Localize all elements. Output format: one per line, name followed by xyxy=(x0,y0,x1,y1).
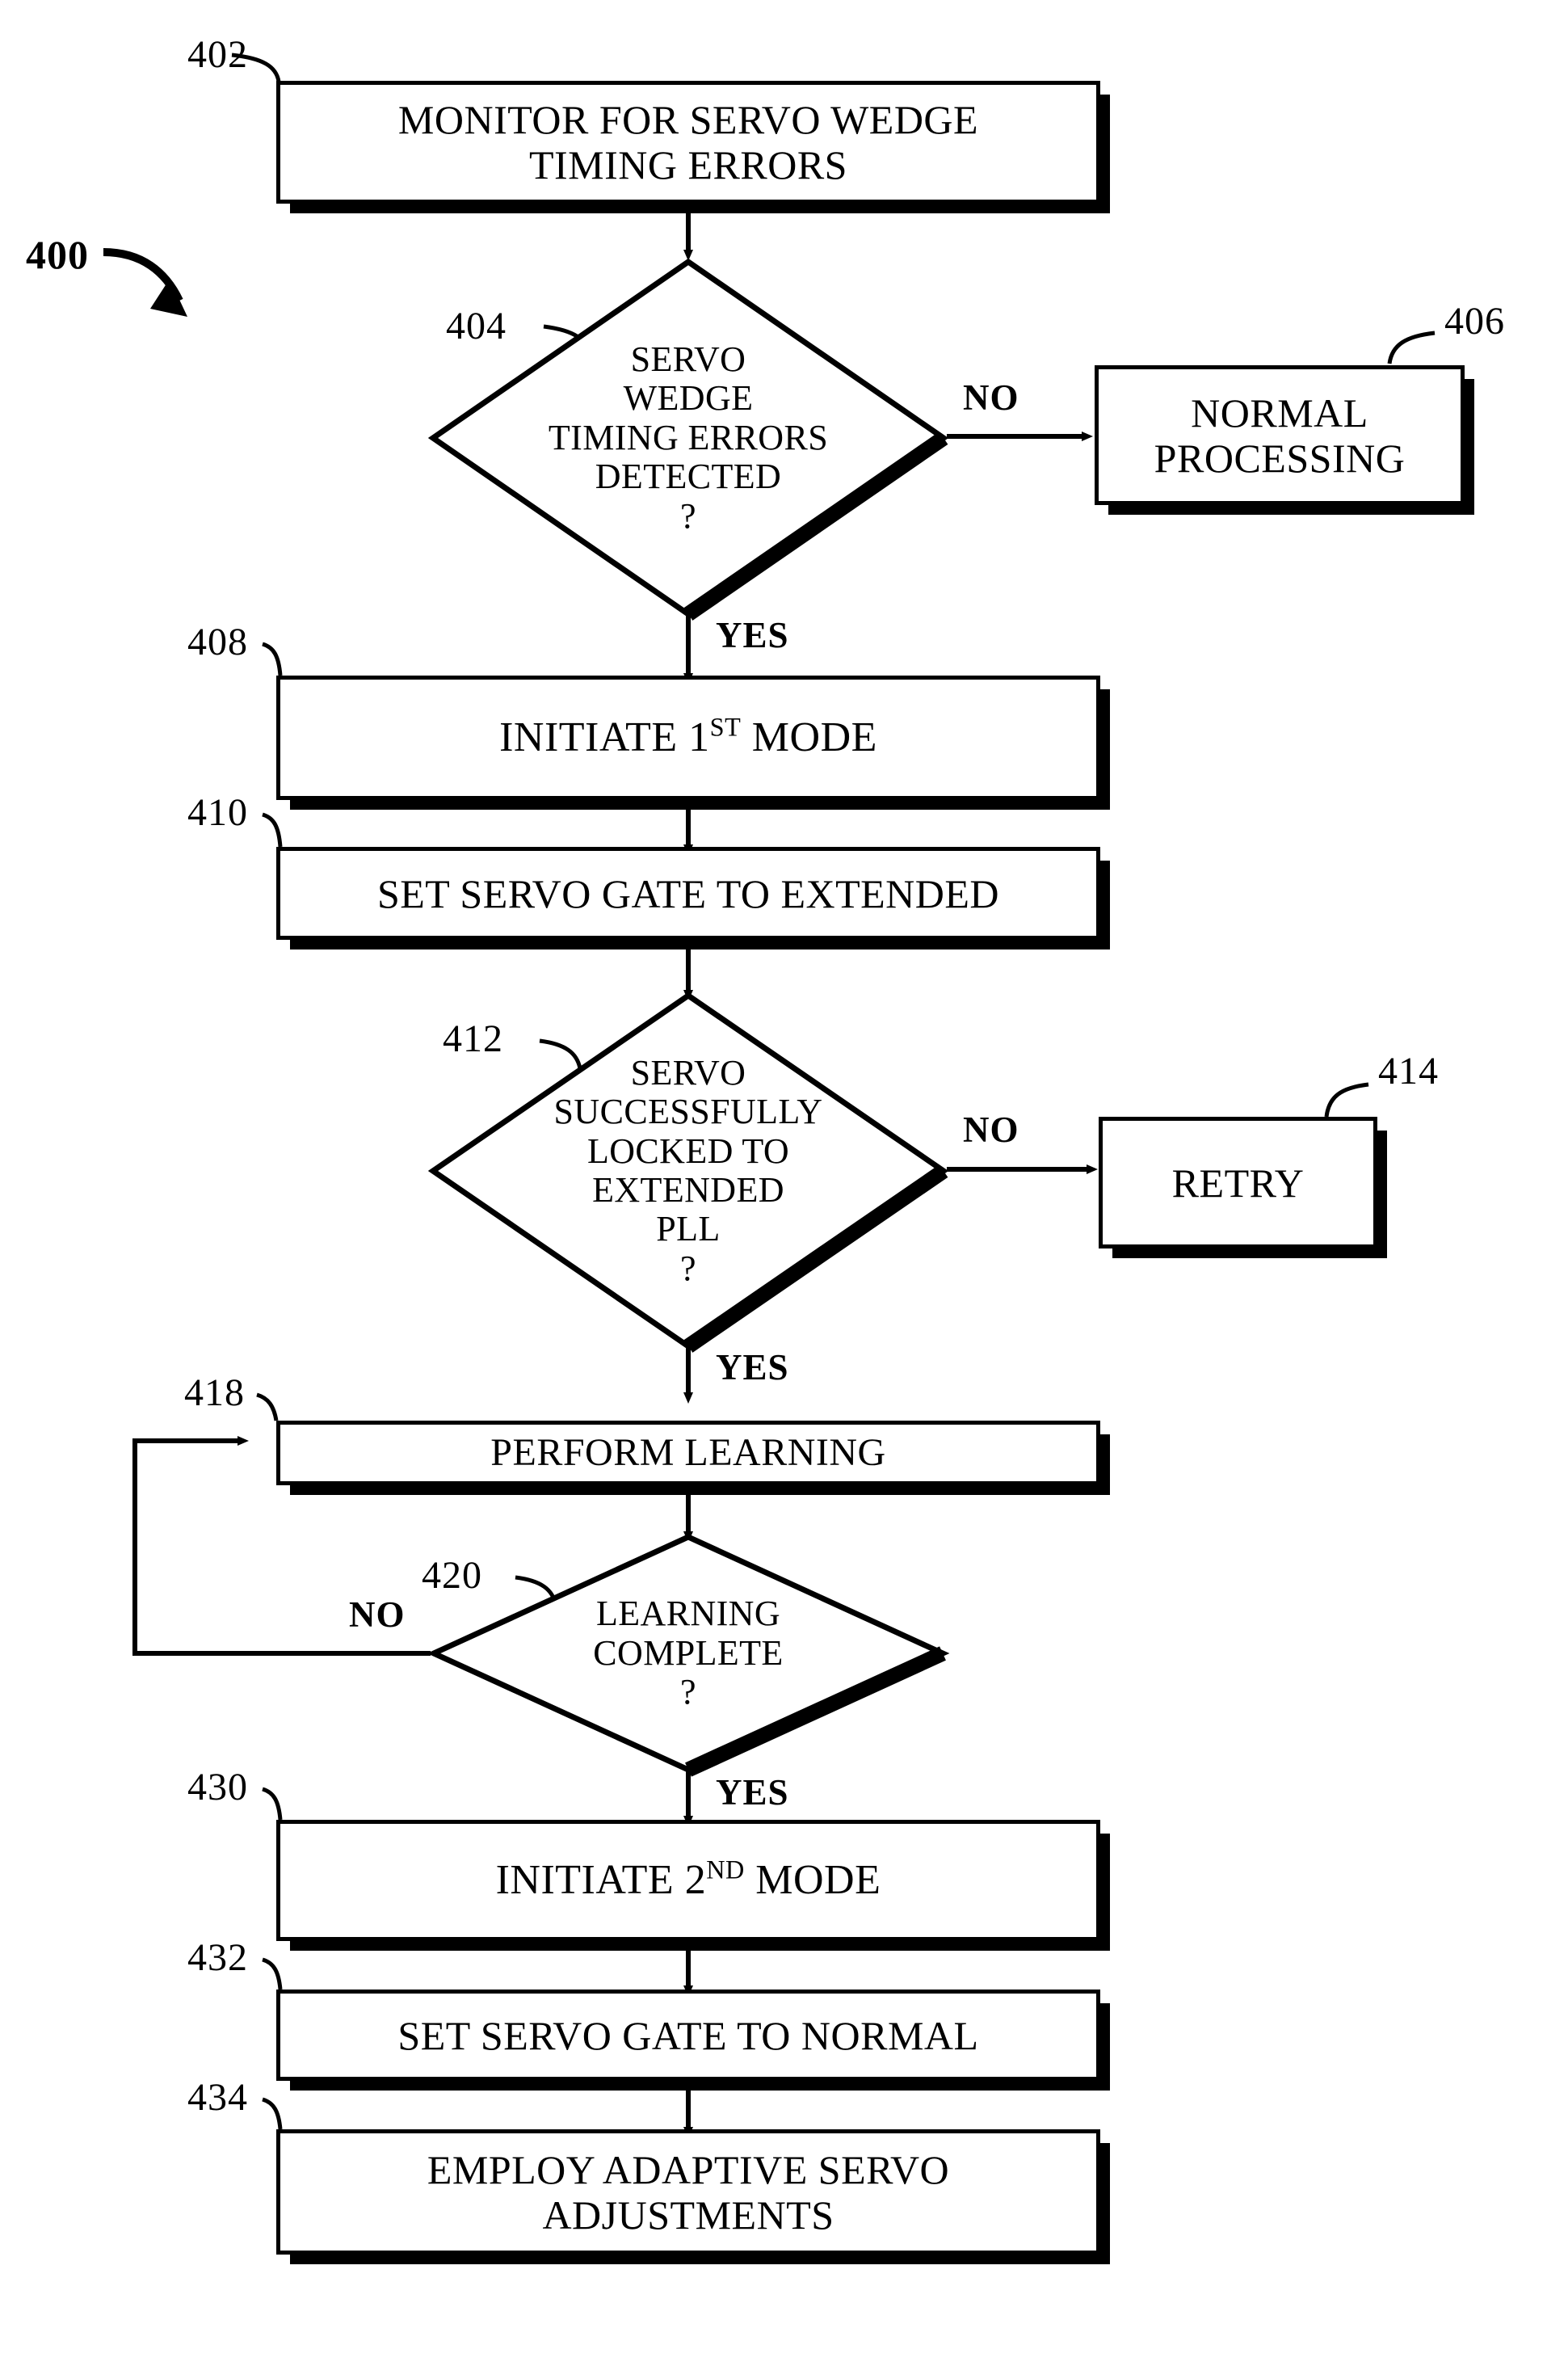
box-shadow-right xyxy=(1465,379,1474,515)
ref-numeral-406: 406 xyxy=(1444,300,1505,343)
step-410-label: SET SERVO GATE TO EXTENDED xyxy=(376,870,1000,916)
decision-412-servo-locked-to-extended-pll[interactable]: SERVO SUCCESSFULLY LOCKED TO EXTENDED PL… xyxy=(427,992,949,1353)
decision-412-label: SERVO SUCCESSFULLY LOCKED TO EXTENDED PL… xyxy=(553,1052,823,1288)
box-shadow-bottom xyxy=(290,2081,1110,2091)
box-shadow-right xyxy=(1100,2003,1110,2091)
ref-numeral-434: 434 xyxy=(187,2076,248,2119)
box-shadow-bottom xyxy=(290,800,1110,810)
box-shadow-right xyxy=(1100,95,1110,213)
box-shadow-bottom xyxy=(290,2255,1110,2264)
ref-numeral-410: 410 xyxy=(187,791,248,834)
step-402-label: MONITOR FOR SERVO WEDGE TIMING ERRORS xyxy=(397,97,979,187)
box-shadow-right xyxy=(1377,1131,1387,1258)
decision-404-servo-wedge-timing-errors-detected[interactable]: SERVO WEDGE TIMING ERRORS DETECTED ? xyxy=(427,258,949,621)
step-408-label-pre: INITIATE 1 xyxy=(499,714,710,760)
step-414-retry[interactable]: RETRY xyxy=(1099,1117,1387,1258)
decision-404-label: SERVO WEDGE TIMING ERRORS DETECTED ? xyxy=(548,339,829,536)
step-430-label-superscript: ND xyxy=(706,1855,745,1884)
step-402-monitor-servo-wedge-timing-errors[interactable]: MONITOR FOR SERVO WEDGE TIMING ERRORS xyxy=(276,81,1110,213)
branch-label-404-no: NO xyxy=(963,377,1019,418)
box-shadow-right xyxy=(1100,2143,1110,2264)
box-shadow-bottom xyxy=(290,204,1110,213)
figure-id-label: 400 xyxy=(26,232,89,277)
box-shadow-right xyxy=(1100,861,1110,950)
step-434-label: EMPLOY ADAPTIVE SERVO ADJUSTMENTS xyxy=(427,2146,950,2238)
step-408-label-superscript: ST xyxy=(709,712,742,742)
ref-numeral-432: 432 xyxy=(187,1936,248,1979)
branch-label-412-no: NO xyxy=(963,1110,1019,1150)
step-410-set-servo-gate-to-extended[interactable]: SET SERVO GATE TO EXTENDED xyxy=(276,847,1110,950)
step-418-label: PERFORM LEARNING xyxy=(490,1431,886,1475)
box-shadow-right xyxy=(1100,1834,1110,1951)
box-shadow-bottom xyxy=(1112,1248,1387,1258)
branch-label-404-yes: YES xyxy=(716,615,789,655)
step-430-initiate-2nd-mode[interactable]: INITIATE 2ND MODE xyxy=(276,1820,1110,1951)
step-408-label-post: MODE xyxy=(741,714,877,760)
step-418-perform-learning[interactable]: PERFORM LEARNING xyxy=(276,1421,1110,1495)
decision-420-learning-complete[interactable]: LEARNING COMPLETE ? xyxy=(427,1534,950,1777)
step-408-label: INITIATE 1ST MODE xyxy=(486,714,890,761)
step-406-label: NORMAL PROCESSING xyxy=(1154,389,1406,481)
step-430-label-pre: INITIATE 2 xyxy=(495,1856,707,1903)
box-shadow-bottom xyxy=(290,940,1110,950)
step-430-label-post: MODE xyxy=(744,1856,881,1903)
ref-numeral-408: 408 xyxy=(187,621,248,663)
step-432-set-servo-gate-to-normal[interactable]: SET SERVO GATE TO NORMAL xyxy=(276,1990,1110,2091)
ref-numeral-414: 414 xyxy=(1378,1050,1439,1093)
step-406-normal-processing[interactable]: NORMAL PROCESSING xyxy=(1095,365,1474,515)
decision-420-label: LEARNING COMPLETE ? xyxy=(593,1594,784,1712)
branch-label-420-yes: YES xyxy=(716,1772,789,1813)
box-shadow-bottom xyxy=(290,1485,1110,1495)
step-434-employ-adaptive-servo-adjustments[interactable]: EMPLOY ADAPTIVE SERVO ADJUSTMENTS xyxy=(276,2129,1110,2264)
branch-label-412-yes: YES xyxy=(716,1347,789,1387)
step-414-label: RETRY xyxy=(1171,1160,1305,1206)
flowchart-canvas: 400 402 MONITOR FOR SERVO WEDGE TIMING E… xyxy=(0,0,1568,2358)
step-432-label: SET SERVO GATE TO NORMAL xyxy=(397,2012,979,2058)
ref-numeral-402: 402 xyxy=(187,33,248,76)
box-shadow-right xyxy=(1100,689,1110,810)
box-shadow-bottom xyxy=(1108,505,1474,515)
step-408-initiate-1st-mode[interactable]: INITIATE 1ST MODE xyxy=(276,676,1110,810)
ref-numeral-430: 430 xyxy=(187,1766,248,1809)
ref-numeral-418: 418 xyxy=(184,1371,245,1414)
step-430-label: INITIATE 2ND MODE xyxy=(483,1855,894,1904)
box-shadow-bottom xyxy=(290,1941,1110,1951)
branch-label-420-no: NO xyxy=(349,1594,406,1635)
